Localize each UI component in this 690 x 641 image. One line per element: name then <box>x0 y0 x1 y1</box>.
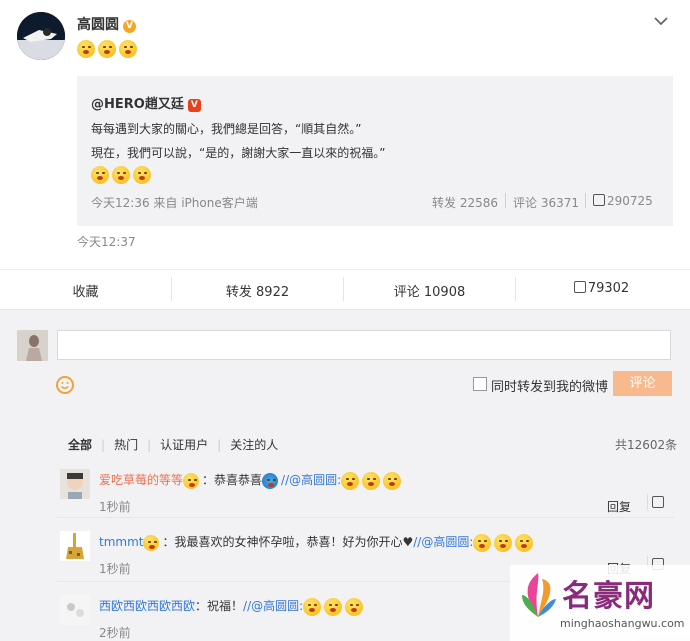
comment-time: 1秒前 <box>99 562 131 576</box>
tab-all[interactable]: 全部 <box>68 438 92 452</box>
hush-emoji-icon <box>341 471 360 490</box>
hush-emoji-icon <box>345 597 364 616</box>
verified-icon: V <box>187 99 201 112</box>
post-author[interactable]: 高圆圆 V <box>77 14 136 34</box>
commenter-avatar[interactable] <box>60 469 90 499</box>
hush-emoji-icon <box>383 471 402 490</box>
comment-body: 西欧西欧西欧西欧：祝福！//@高圆圆: <box>99 597 366 616</box>
hush-emoji-icon <box>91 166 109 184</box>
repost-checkbox-label[interactable]: 同时转发到我的微博 <box>491 376 608 395</box>
mention-link[interactable]: //@高圆圆: <box>281 473 341 487</box>
watermark-title: 名豪网 <box>562 579 655 614</box>
tab-hot[interactable]: 热门 <box>114 438 138 452</box>
comment-filter-tabs: 全部 | 热门 | 认证用户 | 关注的人 <box>68 436 287 453</box>
tab-verified[interactable]: 认证用户 <box>160 438 208 452</box>
repost-checkbox[interactable] <box>473 377 487 391</box>
divider: | <box>217 438 222 452</box>
reply-button[interactable]: 回复 <box>607 498 631 515</box>
repost-like[interactable]: 290725 <box>593 194 653 208</box>
divider: | <box>147 438 152 452</box>
thumbs-up-icon <box>593 194 605 206</box>
comment-time: 1秒前 <box>99 500 131 514</box>
commenter-name[interactable]: 爱吃草莓的等等 <box>99 473 183 487</box>
action-bar: 收藏 转发 8922 评论 10908 79302 <box>0 269 690 310</box>
comment-item: 爱吃草莓的等等 ：恭喜恭喜 //@高圆圆: 1秒前 回复 <box>57 461 674 518</box>
heart-eyes-emoji-icon <box>143 534 160 551</box>
hush-emoji-icon <box>77 40 95 58</box>
comment-input[interactable] <box>57 330 671 360</box>
hush-emoji-icon <box>494 533 513 552</box>
current-user-avatar[interactable] <box>17 330 48 361</box>
thumbs-up-icon <box>573 281 586 293</box>
comment-text: ：恭喜恭喜 <box>202 473 263 487</box>
thumbs-up-icon <box>652 496 664 508</box>
post-time[interactable]: 今天12:37 <box>77 233 136 250</box>
repost-like-count: 290725 <box>607 194 653 208</box>
hush-emoji-icon <box>303 597 322 616</box>
heart-eyes-emoji-icon <box>183 472 200 489</box>
reposted-weibo: @HERO趙又廷 V 每每遇到大家的關心，我們總是回答，“順其自然。” 現在，我們… <box>77 76 673 226</box>
verified-icon: V <box>123 20 136 33</box>
repost-forward-count[interactable]: 转发 22586 <box>432 194 498 211</box>
hush-emoji-icon <box>362 471 381 490</box>
doraemon-emoji-icon <box>262 472 279 489</box>
favorite-button[interactable]: 收藏 <box>0 281 171 300</box>
commenter-name[interactable]: 西欧西欧西欧西欧 <box>99 599 195 613</box>
comment-text: ：我最喜欢的女神怀孕啦，恭喜！好为你开心♥ <box>162 535 414 549</box>
submit-comment-button[interactable]: 评论 <box>613 371 672 396</box>
repost-comment-count[interactable]: 评论 36371 <box>513 194 579 211</box>
like-count: 79302 <box>587 281 630 296</box>
comment-body: 爱吃草莓的等等 ：恭喜恭喜 //@高圆圆: <box>99 471 404 490</box>
divider <box>585 193 586 208</box>
comment-total: 共12602条 <box>615 438 678 452</box>
watermark-url: minghaoshangwu.com <box>560 617 685 630</box>
weibo-post-card: 高圆圆 V @HERO趙又廷 V 每每遇到大家的關心，我們總是回答，“順其自然。” … <box>0 0 690 310</box>
author-avatar[interactable] <box>17 12 65 60</box>
hush-emoji-icon <box>324 597 343 616</box>
repost-meta[interactable]: 今天12:36 来自 iPhone客户端 <box>91 194 258 211</box>
mention-link[interactable]: //@高圆圆: <box>243 599 303 613</box>
flower-logo-icon <box>518 569 558 619</box>
comment-body: tmmmt ：我最喜欢的女神怀孕啦，恭喜！好为你开心♥//@高圆圆: <box>99 533 536 552</box>
divider: | <box>101 438 106 452</box>
commenter-avatar[interactable] <box>60 531 90 561</box>
mention-link[interactable]: //@高圆圆: <box>413 535 473 549</box>
commenter-name[interactable]: tmmmt <box>99 535 143 549</box>
divider <box>647 494 648 510</box>
comment-time: 2秒前 <box>99 626 131 640</box>
repost-author-name[interactable]: @HERO趙又廷 <box>91 97 184 112</box>
commenter-avatar[interactable] <box>60 595 90 625</box>
hush-emoji-icon <box>98 40 116 58</box>
repost-text-line-1: 每每遇到大家的關心，我們總是回答，“順其自然。” <box>91 122 362 136</box>
hush-emoji-icon <box>473 533 492 552</box>
tab-following[interactable]: 关注的人 <box>230 438 278 452</box>
hush-emoji-icon <box>112 166 130 184</box>
repost-author[interactable]: @HERO趙又廷 V <box>91 93 201 112</box>
emoji-picker-icon[interactable] <box>56 376 74 394</box>
repost-text-line-2: 現在，我們可以說，“是的，謝謝大家一直以來的祝福。” <box>91 146 386 160</box>
hush-emoji-icon <box>515 533 534 552</box>
comment-button[interactable]: 评论 10908 <box>344 281 515 300</box>
author-name[interactable]: 高圆圆 <box>77 17 119 33</box>
chevron-down-icon[interactable] <box>654 14 668 30</box>
comment-like-button[interactable] <box>652 496 666 510</box>
forward-button[interactable]: 转发 8922 <box>172 281 343 300</box>
site-watermark: 名豪网 minghaoshangwu.com <box>510 565 690 641</box>
post-emojis <box>77 40 140 58</box>
like-button[interactable]: 79302 <box>516 281 687 296</box>
divider <box>505 193 506 208</box>
hush-emoji-icon <box>133 166 151 184</box>
comment-text: ：祝福！ <box>195 599 244 613</box>
repost-emojis <box>91 166 154 184</box>
hush-emoji-icon <box>119 40 137 58</box>
